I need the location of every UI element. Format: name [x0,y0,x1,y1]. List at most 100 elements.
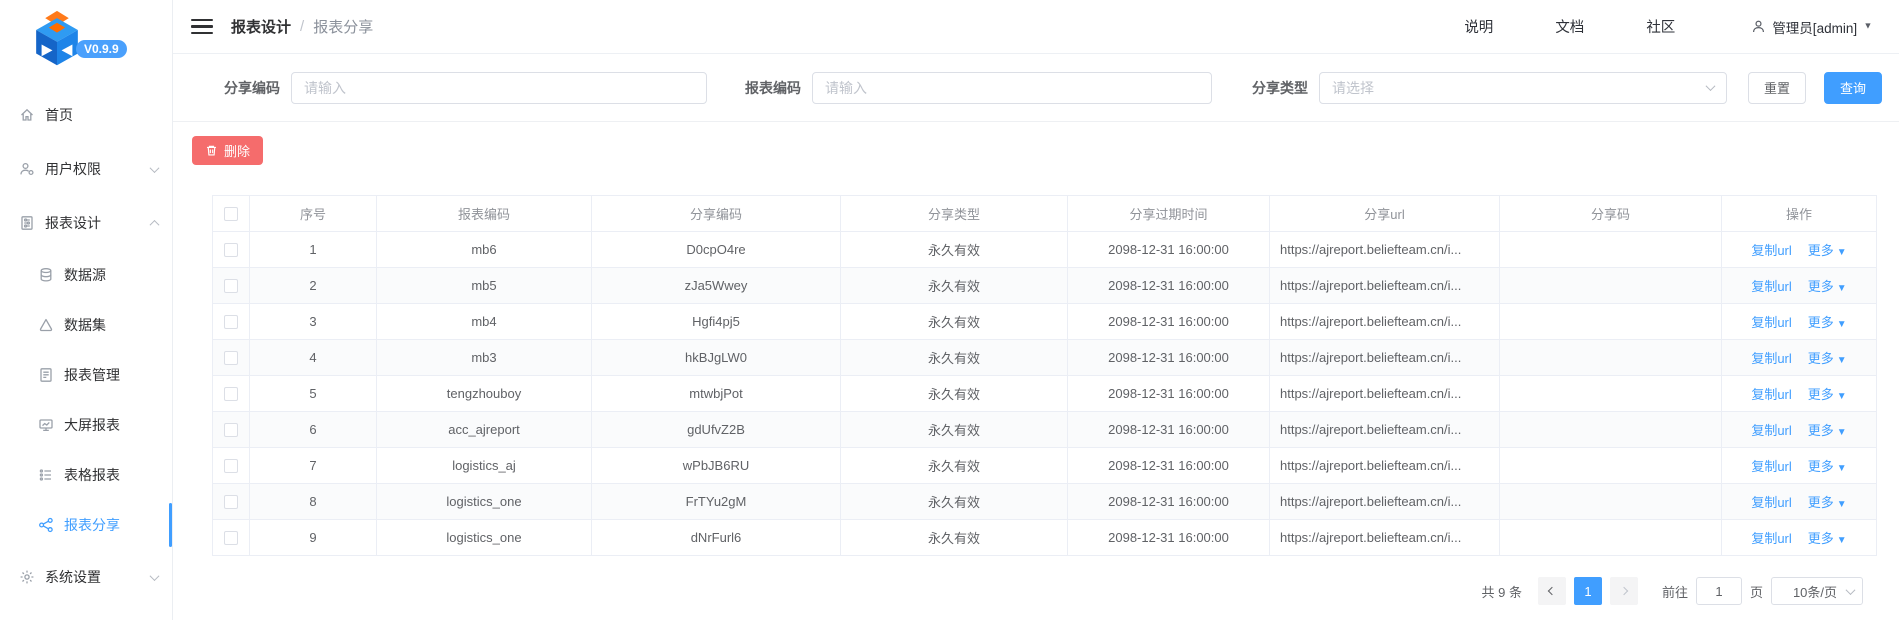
query-button[interactable]: 查询 [1824,72,1882,104]
sidebar-item-settings[interactable]: 系统设置 [0,550,172,604]
select-all-checkbox[interactable] [224,207,238,221]
chevron-down-icon: ▼ [1837,463,1847,474]
share-type-select[interactable]: 请选择 [1319,72,1727,104]
cell-actions: 复制url更多▼ [1722,268,1877,304]
table-row: 7 logistics_aj wPbJB6RU 永久有效 2098-12-31 … [213,448,1877,484]
row-checkbox[interactable] [224,351,238,365]
copy-url-link[interactable]: 复制url [1751,279,1791,294]
cell-actions: 复制url 更多▼ [1722,232,1877,268]
col-header-report-code: 报表编码 [377,196,592,232]
more-actions-link[interactable]: 更多 [1808,351,1834,366]
chevron-down-icon [150,571,160,581]
sidebar-item-home[interactable]: 首页 [0,88,172,142]
report-code-input[interactable] [812,72,1212,104]
cell-share-code: mtwbjPot [592,376,841,412]
user-name: 管理员[admin] [1772,17,1857,37]
topbar-links: 说明 文档 社区 管理员[admin] ▼ [1464,16,1873,37]
page-number-button[interactable]: 1 [1574,577,1602,605]
sidebar-item-label: 大屏报表 [64,415,158,435]
sidebar-item-label: 用户权限 [45,159,151,179]
report-design-icon [19,215,35,231]
table-row: 9 logistics_one dNrFurl6 永久有效 2098-12-31… [213,520,1877,556]
sidebar-item-big-screen[interactable]: 大屏报表 [0,400,172,450]
goto-label: 前往 [1662,582,1688,601]
delete-button[interactable]: 删除 [192,136,263,165]
row-checkbox[interactable] [224,423,238,437]
more-actions-link[interactable]: 更多 [1808,243,1834,258]
cell-share-code: gdUfvZ2B [592,412,841,448]
more-actions-link[interactable]: 更多 [1808,531,1834,546]
cell-share-password [1500,268,1722,304]
sidebar-item-dataset[interactable]: 数据集 [0,300,172,350]
sidebar-item-report-manage[interactable]: 报表管理 [0,350,172,400]
cell-share-type: 永久有效 [841,340,1068,376]
col-header-share-password: 分享码 [1500,196,1722,232]
app-logo[interactable]: V0.9.9 [0,0,172,88]
row-checkbox[interactable] [224,315,238,329]
row-checkbox[interactable] [224,531,238,545]
more-actions-link[interactable]: 更多 [1808,387,1834,402]
sidebar-item-table-report[interactable]: 表格报表 [0,450,172,500]
cell-share-url: https://ajreport.beliefteam.cn/i... [1270,520,1500,556]
help-link[interactable]: 说明 [1464,16,1493,37]
copy-url-link[interactable]: 复制url [1751,495,1791,510]
cell-seq: 9 [250,520,377,556]
delete-button-label: 删除 [224,141,250,160]
sidebar-item-report-share[interactable]: 报表分享 [0,500,172,550]
sidebar-item-label: 首页 [45,105,158,125]
sidebar-item-user-perms[interactable]: 用户权限 [0,142,172,196]
row-checkbox[interactable] [224,459,238,473]
more-actions-link[interactable]: 更多 [1808,279,1834,294]
cell-share-type: 永久有效 [841,376,1068,412]
col-header-share-url: 分享url [1270,196,1500,232]
copy-url-link[interactable]: 复制url [1751,351,1791,366]
hamburger-menu-icon[interactable] [191,15,213,39]
cell-actions: 复制url更多▼ [1722,376,1877,412]
chevron-down-icon: ▼ [1837,535,1847,546]
cell-expire-time: 2098-12-31 16:00:00 [1068,412,1270,448]
row-checkbox[interactable] [224,387,238,401]
cell-share-password [1500,232,1722,268]
more-actions-link[interactable]: 更多 [1808,315,1834,330]
copy-url-link[interactable]: 复制url [1751,315,1791,330]
cell-share-password [1500,304,1722,340]
table-header-row: 序号 报表编码 分享编码 分享类型 分享过期时间 分享url 分享码 操作 [213,196,1877,232]
reset-button[interactable]: 重置 [1748,72,1806,104]
copy-url-link[interactable]: 复制url [1751,459,1791,474]
community-link[interactable]: 社区 [1646,16,1675,37]
copy-url-link[interactable]: 复制url [1751,423,1791,438]
cell-report-code: acc_ajreport [377,412,592,448]
cell-report-code: mb3 [377,340,592,376]
goto-page-input[interactable] [1696,577,1742,605]
copy-url-link[interactable]: 复制url [1751,531,1791,546]
table-row: 8 logistics_one FrTYu2gM 永久有效 2098-12-31… [213,484,1877,520]
cell-report-code: mb6 [377,232,592,268]
next-page-button[interactable] [1610,577,1638,605]
more-actions-link[interactable]: 更多 [1808,495,1834,510]
cell-expire-time: 2098-12-31 16:00:00 [1068,340,1270,376]
share-code-input[interactable] [291,72,707,104]
cell-report-code: logistics_one [377,484,592,520]
prev-page-button[interactable] [1538,577,1566,605]
docs-link[interactable]: 文档 [1555,16,1584,37]
sidebar-item-datasource[interactable]: 数据源 [0,250,172,300]
row-checkbox[interactable] [224,279,238,293]
cell-share-url: https://ajreport.beliefteam.cn/i... [1270,484,1500,520]
chevron-down-icon: ▼ [1837,247,1847,258]
table-row: 1 mb6 D0cpO4re 永久有效 2098-12-31 16:00:00 … [213,232,1877,268]
cell-seq: 3 [250,304,377,340]
page-size-select[interactable]: 10条/页 [1771,577,1863,605]
cell-expire-time: 2098-12-31 16:00:00 [1068,232,1270,268]
row-checkbox[interactable] [224,495,238,509]
user-menu[interactable]: 管理员[admin] ▼ [1751,17,1873,37]
database-icon [38,267,54,283]
copy-url-link[interactable]: 复制url [1751,243,1791,258]
breadcrumb-current: 报表分享 [313,16,373,37]
cell-seq: 8 [250,484,377,520]
breadcrumb-parent[interactable]: 报表设计 [231,16,291,37]
copy-url-link[interactable]: 复制url [1751,387,1791,402]
more-actions-link[interactable]: 更多 [1808,423,1834,438]
more-actions-link[interactable]: 更多 [1808,459,1834,474]
sidebar-item-report-design[interactable]: 报表设计 [0,196,172,250]
row-checkbox[interactable] [224,243,238,257]
